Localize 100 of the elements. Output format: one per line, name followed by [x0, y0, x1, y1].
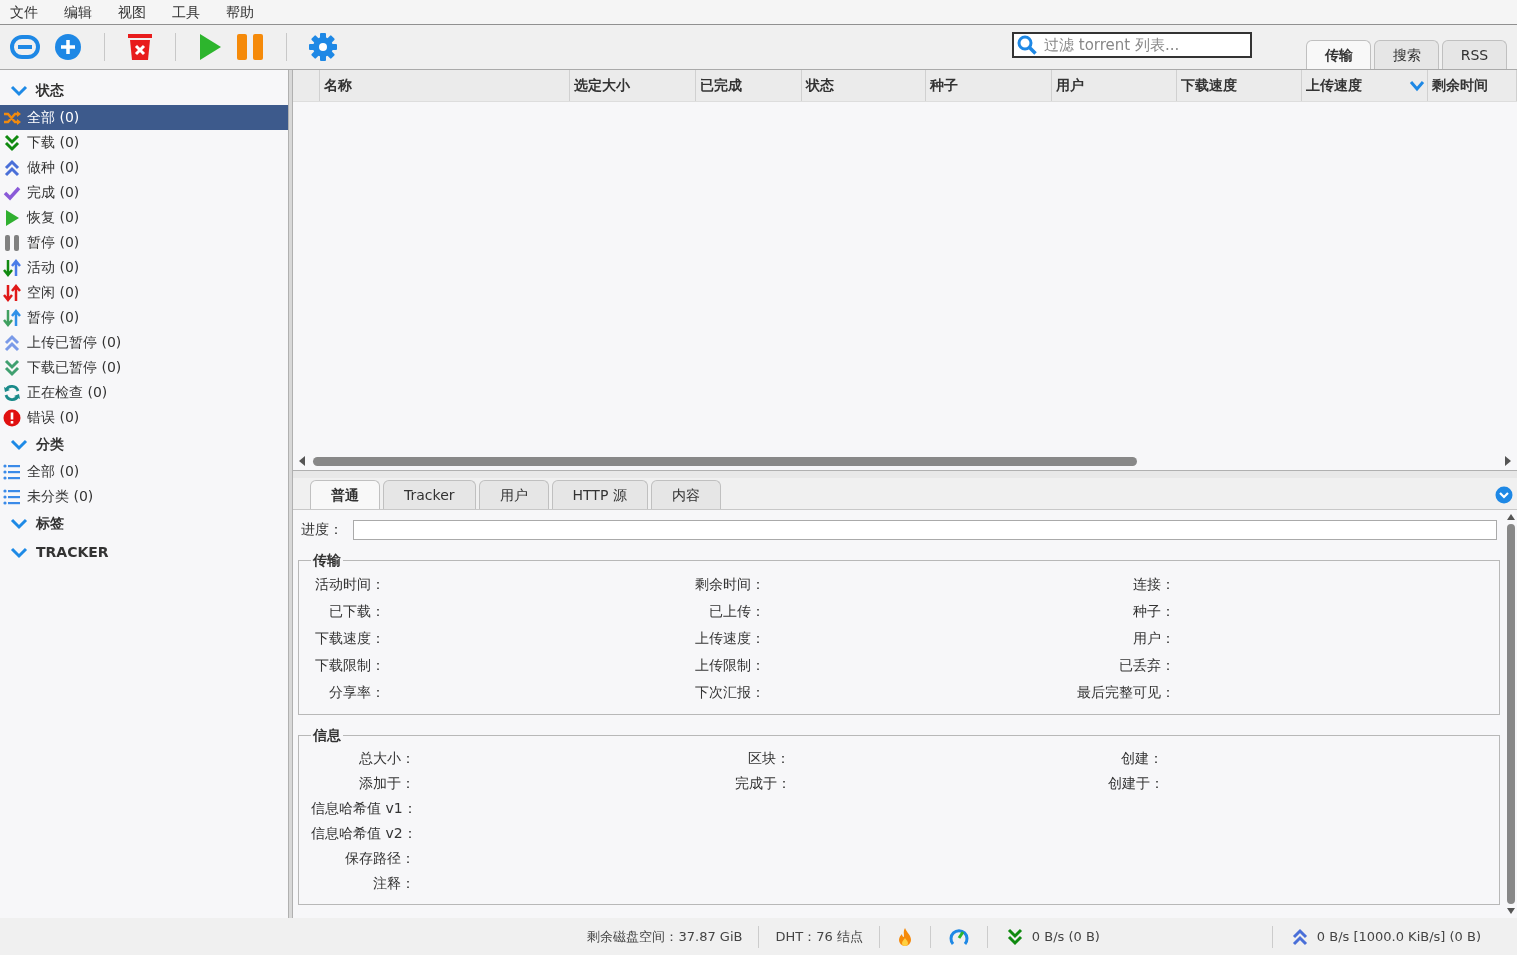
- horizontal-scrollbar[interactable]: [313, 456, 1137, 466]
- column-header[interactable]: 剩余时间: [1428, 70, 1517, 101]
- chevron-icon[interactable]: [10, 84, 28, 97]
- settings-button[interactable]: [309, 33, 337, 61]
- chevron-icon[interactable]: [10, 438, 28, 451]
- filter-item[interactable]: 正在检查 (0): [0, 380, 288, 405]
- field-label: 下次汇报：: [695, 683, 765, 702]
- scroll-up-icon[interactable]: [1506, 512, 1516, 522]
- column-header[interactable]: 种子: [926, 70, 1052, 101]
- filter-item[interactable]: 完成 (0): [0, 180, 288, 205]
- disk-space-text: 剩余磁盘空间：37.87 GiB: [586, 927, 744, 946]
- scroll-right-icon[interactable]: [1503, 455, 1513, 467]
- group-title: 信息: [312, 726, 342, 745]
- collapse-icon[interactable]: [1495, 486, 1513, 504]
- pause-button[interactable]: [236, 33, 264, 61]
- double-chevron-down-icon: [1005, 927, 1024, 946]
- filter-item[interactable]: 恢复 (0): [0, 205, 288, 230]
- flame-icon[interactable]: [897, 926, 912, 947]
- link-button[interactable]: [10, 34, 40, 60]
- double-chevron-up-icon: [1290, 927, 1309, 946]
- filter-item[interactable]: 做种 (0): [0, 155, 288, 180]
- dht-nodes-text: DHT：76 结点: [774, 927, 864, 946]
- field-label: 信息哈希值 v1：: [311, 799, 415, 818]
- shuffle-icon: [3, 108, 21, 127]
- filter-item[interactable]: 未分类 (0): [0, 484, 288, 509]
- list-icon: [3, 487, 21, 506]
- field-label: 完成于：: [735, 774, 790, 793]
- field-label: 最后完整可见：: [1076, 683, 1175, 702]
- detail-tab[interactable]: 内容: [650, 480, 721, 509]
- double-chevron-down-icon: [3, 358, 21, 377]
- chevron-icon[interactable]: [10, 517, 28, 530]
- filter-item[interactable]: 全部 (0): [0, 459, 288, 484]
- filter-item[interactable]: 空闲 (0): [0, 280, 288, 305]
- column-header[interactable]: 选定大小: [570, 70, 696, 101]
- up-down-arrows-icon: [3, 283, 21, 302]
- main-tab[interactable]: 搜索: [1374, 40, 1439, 69]
- field-label: 上传速度：: [695, 629, 765, 648]
- filter-item[interactable]: 错误 (0): [0, 405, 288, 430]
- column-header[interactable]: 用户: [1052, 70, 1177, 101]
- sort-indicator-icon: [1409, 79, 1425, 92]
- play-button[interactable]: [198, 33, 222, 61]
- menu-item[interactable]: 工具: [172, 1, 200, 23]
- list-icon: [3, 462, 21, 481]
- section-title[interactable]: 分类: [36, 434, 64, 455]
- scroll-down-icon[interactable]: [1506, 906, 1516, 916]
- field-label: 添加于：: [358, 774, 415, 793]
- error-icon: [3, 408, 21, 427]
- section-title[interactable]: 状态: [36, 80, 64, 101]
- main-tab[interactable]: 传输: [1306, 40, 1371, 69]
- field-label: 创建：: [1120, 749, 1163, 768]
- download-speed-text: 0 B/s (0 B): [1031, 927, 1100, 946]
- column-header[interactable]: 状态: [802, 70, 926, 101]
- refresh-icon: [3, 383, 21, 402]
- filter-item[interactable]: 下载已暂停 (0): [0, 355, 288, 380]
- menu-item[interactable]: 文件: [10, 1, 38, 23]
- scroll-left-icon[interactable]: [297, 455, 307, 467]
- speedometer-icon[interactable]: [948, 926, 969, 947]
- field-label: 已下载：: [328, 602, 385, 621]
- filter-item[interactable]: 暂停 (0): [0, 305, 288, 330]
- vertical-scrollbar[interactable]: [1507, 524, 1515, 904]
- menu-item[interactable]: 帮助: [226, 1, 254, 23]
- field-label: 下载限制：: [314, 656, 385, 675]
- splitter-handle[interactable]: [293, 470, 1517, 478]
- menu-item[interactable]: 编辑: [64, 1, 92, 23]
- field-label: 注释：: [372, 874, 415, 893]
- field-label: 保存路径：: [344, 849, 415, 868]
- detail-tab[interactable]: HTTP 源: [551, 480, 648, 509]
- up-down-arrows-icon: [3, 258, 21, 277]
- double-chevron-up-icon: [3, 158, 21, 177]
- main-tab[interactable]: RSS: [1442, 40, 1507, 69]
- field-label: 总大小：: [358, 749, 415, 768]
- column-header[interactable]: 已完成: [696, 70, 802, 101]
- search-icon: [1017, 35, 1037, 55]
- up-down-arrows-icon: [3, 308, 21, 327]
- pause-icon: [3, 233, 21, 252]
- play-icon: [3, 208, 21, 227]
- section-title[interactable]: TRACKER: [36, 542, 109, 563]
- detail-tab[interactable]: 普通: [310, 480, 380, 509]
- filter-item[interactable]: 活动 (0): [0, 255, 288, 280]
- field-label: 下载速度：: [314, 629, 385, 648]
- detail-tab[interactable]: 用户: [478, 480, 549, 509]
- section-title[interactable]: 标签: [36, 513, 64, 534]
- field-label: 区块：: [747, 749, 790, 768]
- field-label: 活动时间：: [314, 575, 385, 594]
- field-label: 剩余时间：: [695, 575, 765, 594]
- filter-item[interactable]: 全部 (0): [0, 105, 288, 130]
- filter-field[interactable]: 过滤 torrent 列表...: [1012, 32, 1252, 58]
- menu-item[interactable]: 视图: [118, 1, 146, 23]
- field-label: 上传限制：: [695, 656, 765, 675]
- column-header[interactable]: 名称: [320, 70, 570, 101]
- field-label: 信息哈希值 v2：: [311, 824, 415, 843]
- column-header[interactable]: 上传速度: [1302, 70, 1428, 101]
- filter-item[interactable]: 暂停 (0): [0, 230, 288, 255]
- column-header[interactable]: 下载速度: [1177, 70, 1302, 101]
- filter-item[interactable]: 下载 (0): [0, 130, 288, 155]
- detail-tab[interactable]: Tracker: [383, 480, 476, 509]
- delete-button[interactable]: [127, 33, 153, 61]
- filter-item[interactable]: 上传已暂停 (0): [0, 330, 288, 355]
- add-button[interactable]: [54, 33, 82, 61]
- chevron-icon[interactable]: [10, 546, 28, 559]
